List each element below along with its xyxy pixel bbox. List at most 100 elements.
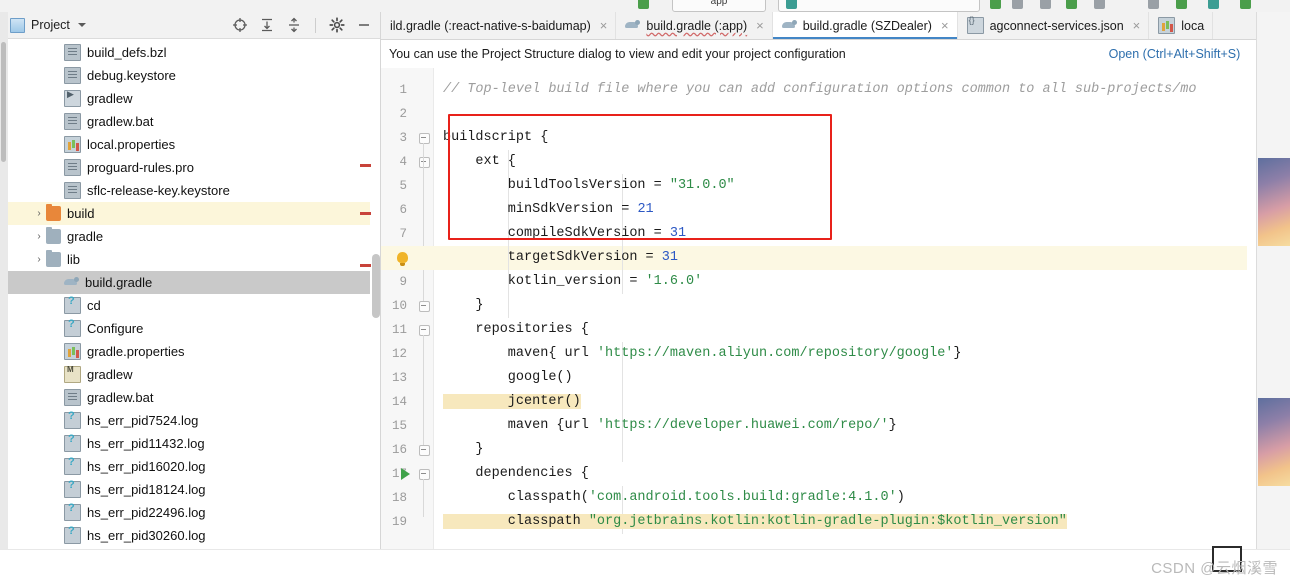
- code-line[interactable]: // Top-level build file where you can ad…: [443, 78, 1196, 102]
- tree-item[interactable]: build.gradle: [0, 271, 370, 294]
- sync-button-icon[interactable]: [1066, 0, 1077, 9]
- tree-item[interactable]: hs_err_pid11432.log: [0, 432, 370, 455]
- settings-gear-icon[interactable]: [329, 17, 345, 33]
- profiler-icon[interactable]: [1208, 0, 1219, 9]
- code-line[interactable]: dependencies {: [443, 462, 588, 486]
- code-line[interactable]: buildToolsVersion = "31.0.0": [443, 174, 735, 198]
- locate-icon[interactable]: [232, 17, 248, 33]
- tree-item[interactable]: › gradle: [0, 225, 370, 248]
- code-line[interactable]: maven {url 'https://developer.huawei.com…: [443, 414, 897, 438]
- tab-close-icon[interactable]: ×: [600, 18, 608, 33]
- fold-toggle-icon[interactable]: [419, 157, 430, 168]
- unknown-icon: [64, 318, 81, 337]
- editor-tab[interactable]: build.gradle (:app) ×: [616, 12, 773, 39]
- code-line[interactable]: maven{ url 'https://maven.aliyun.com/rep…: [443, 342, 962, 366]
- tree-item[interactable]: local.properties: [0, 133, 370, 156]
- tree-item[interactable]: cd: [0, 294, 370, 317]
- editor-tab[interactable]: ild.gradle (:react-native-s-baidumap) ×: [381, 12, 617, 39]
- collapse-all-icon[interactable]: [286, 17, 302, 33]
- module-selector[interactable]: app: [672, 0, 766, 12]
- code-line[interactable]: }: [443, 438, 483, 462]
- tree-item[interactable]: hs_err_pid16020.log: [0, 455, 370, 478]
- tree-item[interactable]: hs_err_pid30260.log: [0, 524, 370, 547]
- chevron-right-icon[interactable]: ›: [32, 254, 46, 265]
- tree-item[interactable]: gradlew.bat: [0, 110, 370, 133]
- hide-panel-icon[interactable]: [356, 17, 372, 33]
- chevron-right-icon[interactable]: ›: [32, 231, 46, 242]
- fold-toggle-icon[interactable]: [419, 133, 430, 144]
- line-number: 18: [391, 491, 407, 505]
- device-selector[interactable]: [778, 0, 980, 12]
- tree-item[interactable]: › build: [0, 202, 370, 225]
- code-line[interactable]: targetSdkVersion = 31: [443, 246, 678, 270]
- code-line[interactable]: classpath('com.android.tools.build:gradl…: [443, 486, 905, 510]
- chevron-down-icon[interactable]: [77, 23, 86, 27]
- file-icon: [64, 67, 81, 84]
- tree-item[interactable]: gradlew: [0, 87, 370, 110]
- run-button-icon[interactable]: [990, 0, 1001, 9]
- tab-close-icon[interactable]: ×: [756, 18, 764, 33]
- editor-tab[interactable]: loca: [1149, 12, 1214, 39]
- tab-close-icon[interactable]: ×: [941, 18, 949, 33]
- code-line[interactable]: }: [443, 294, 483, 318]
- code-line[interactable]: kotlin_version = '1.6.0': [443, 270, 702, 294]
- code-line[interactable]: classpath "org.jetbrains.kotlin:kotlin-g…: [443, 510, 1067, 534]
- chevron-right-icon[interactable]: ›: [32, 208, 46, 219]
- unknown-icon: [64, 295, 81, 314]
- tree-item[interactable]: › lib: [0, 248, 370, 271]
- tree-item[interactable]: gradle.properties: [0, 340, 370, 363]
- tree-item-label: build_defs.bzl: [87, 45, 167, 60]
- editor-tab[interactable]: build.gradle (SZDealer) ×: [772, 12, 958, 39]
- gradle-sync-icon[interactable]: [1240, 0, 1251, 9]
- tree-item[interactable]: debug.keystore: [0, 64, 370, 87]
- tree-item[interactable]: gradlew.bat: [0, 386, 370, 409]
- unknown-icon: [64, 502, 81, 521]
- code-line[interactable]: minSdkVersion = 21: [443, 198, 654, 222]
- code-line[interactable]: compileSdkVersion = 31: [443, 222, 686, 246]
- fold-toggle-icon[interactable]: [419, 301, 430, 312]
- sdk-manager-icon[interactable]: [1148, 0, 1159, 9]
- code-token: buildscript {: [443, 130, 549, 145]
- avd-manager-icon[interactable]: [1094, 0, 1105, 9]
- tree-item[interactable]: Configure: [0, 317, 370, 340]
- code-line[interactable]: buildscript {: [443, 126, 548, 150]
- project-file-tree[interactable]: build_defs.bzl debug.keystore gradlew gradl…: [0, 39, 370, 584]
- code-line[interactable]: repositories {: [443, 318, 588, 342]
- code-text-area[interactable]: // Top-level build file where you can ad…: [433, 68, 1290, 584]
- editor-tab[interactable]: agconnect-services.json ×: [958, 12, 1150, 39]
- tree-item[interactable]: hs_err_pid22496.log: [0, 501, 370, 524]
- debug-button-icon[interactable]: [1012, 0, 1023, 9]
- editor-gutter[interactable]: 12345678910111213141516171819: [381, 68, 434, 584]
- unknown-icon: [64, 456, 81, 475]
- code-line[interactable]: google(): [443, 366, 573, 390]
- project-panel-scrollbar[interactable]: [371, 39, 380, 584]
- scrollbar-thumb[interactable]: [372, 254, 380, 318]
- search-icon[interactable]: [1176, 0, 1187, 9]
- tree-item[interactable]: proguard-rules.pro: [0, 156, 370, 179]
- editor-tab-bar[interactable]: ild.gradle (:react-native-s-baidumap) × bu…: [381, 12, 1290, 40]
- fold-column[interactable]: [419, 68, 433, 584]
- tree-item[interactable]: build_defs.bzl: [0, 41, 370, 64]
- expand-all-icon[interactable]: [259, 17, 275, 33]
- fold-toggle-icon[interactable]: [419, 445, 430, 456]
- run-gutter-icon[interactable]: [401, 468, 410, 480]
- code-editor[interactable]: 12345678910111213141516171819 // Top-lev…: [381, 68, 1290, 584]
- props-icon: [64, 343, 81, 360]
- tree-item[interactable]: hs_err_pid7524.log: [0, 409, 370, 432]
- tree-item[interactable]: hs_err_pid18124.log: [0, 478, 370, 501]
- file-icon: [64, 113, 81, 130]
- tree-item[interactable]: gradlew: [0, 363, 370, 386]
- stop-button-icon[interactable]: [1040, 0, 1051, 9]
- open-project-structure-link[interactable]: Open (Ctrl+Alt+Shift+S): [1109, 47, 1241, 61]
- code-line[interactable]: jcenter(): [443, 390, 581, 414]
- tab-close-icon[interactable]: ×: [1133, 18, 1141, 33]
- tree-item[interactable]: sflc-release-key.keystore: [0, 179, 370, 202]
- fold-toggle-icon[interactable]: [419, 325, 430, 336]
- project-tool-window-button[interactable]: Project: [0, 17, 86, 33]
- tree-item-label: build: [67, 206, 95, 221]
- tree-item-label: gradle.properties: [87, 344, 185, 359]
- run-icon[interactable]: [638, 0, 649, 9]
- fold-toggle-icon[interactable]: [419, 469, 430, 480]
- intention-bulb-icon[interactable]: [397, 252, 408, 266]
- code-line[interactable]: ext {: [443, 150, 516, 174]
